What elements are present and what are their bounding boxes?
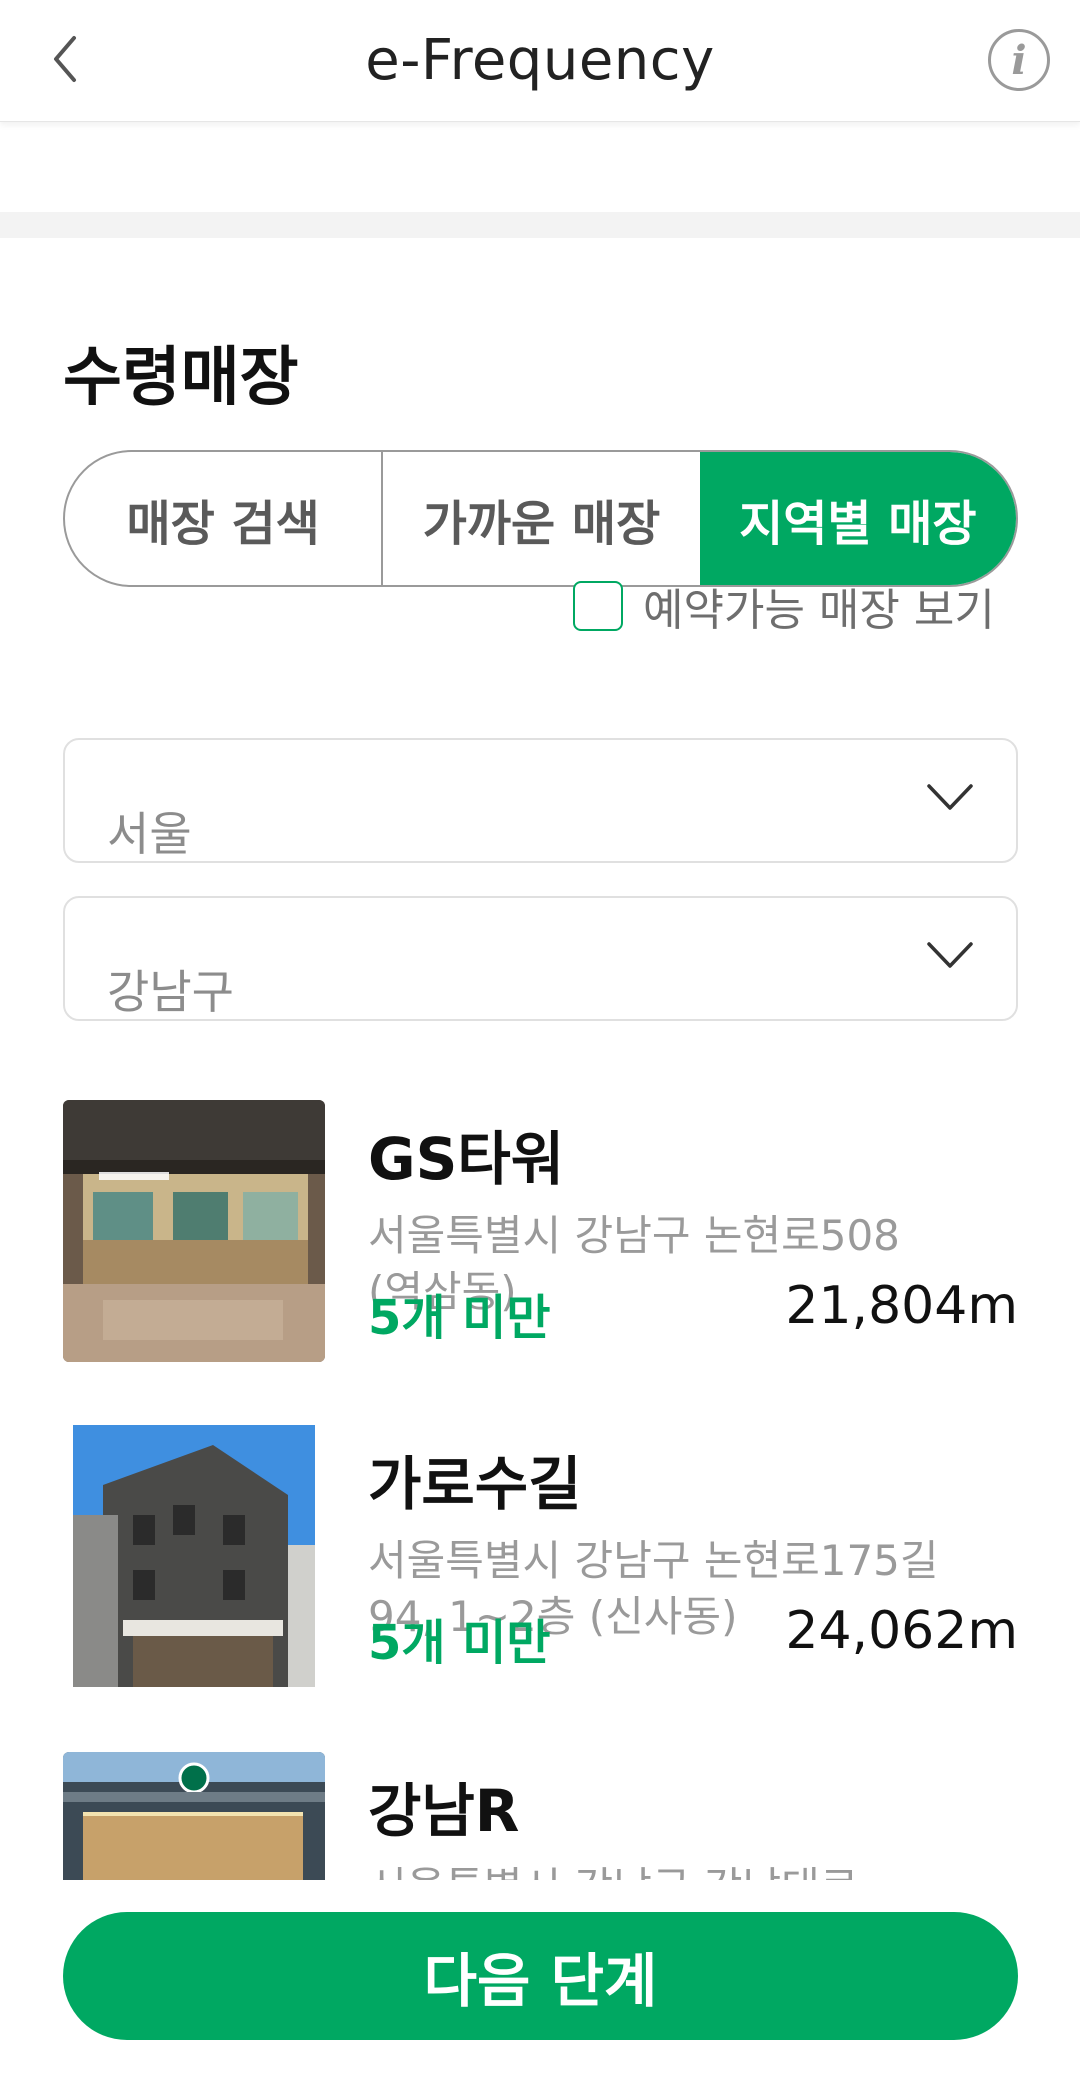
store-item[interactable]: GS타워 서울특별시 강남구 논현로508 (역삼동) 5개 미만 21,804… — [63, 1100, 1018, 1362]
next-step-button[interactable]: 다음 단계 — [63, 1912, 1018, 2040]
store-name: GS타워 — [368, 1125, 565, 1193]
city-select-value: 서울 — [107, 807, 192, 861]
store-item[interactable]: 가로수길 서울특별시 강남구 논현로175길94, 1~2층 (신사동) 5개 … — [63, 1425, 1018, 1687]
stock-status: 5개 미만 — [368, 1290, 551, 1346]
chevron-down-icon — [927, 784, 973, 810]
tab-regional-stores[interactable]: 지역별 매장 — [699, 452, 1016, 585]
chevron-down-icon — [927, 942, 973, 968]
store-search-tabs: 매장 검색 가까운 매장 지역별 매장 — [63, 450, 1018, 587]
stock-status: 5개 미만 — [368, 1615, 551, 1671]
tab-store-search[interactable]: 매장 검색 — [65, 452, 381, 585]
info-button[interactable]: i — [988, 29, 1050, 91]
store-photo — [63, 1425, 325, 1687]
store-distance: 24,062m — [785, 1601, 1018, 1661]
page-title: e-Frequency — [365, 28, 715, 93]
section-title: 수령매장 — [63, 341, 299, 415]
store-name: 가로수길 — [368, 1450, 582, 1518]
info-icon: i — [1011, 36, 1027, 84]
store-photo — [63, 1100, 325, 1362]
bottom-action-bar: 다음 단계 — [0, 1880, 1080, 2095]
district-select-value: 강남구 — [107, 965, 234, 1019]
store-name: 강남R — [368, 1777, 520, 1845]
reservable-label: 예약가능 매장 보기 — [643, 585, 995, 636]
store-distance: 21,804m — [785, 1276, 1018, 1336]
city-select[interactable]: 서울 — [63, 738, 1018, 863]
app-header: e-Frequency i — [0, 0, 1080, 122]
tab-nearby-stores[interactable]: 가까운 매장 — [381, 452, 699, 585]
section-divider — [0, 212, 1080, 238]
district-select[interactable]: 강남구 — [63, 896, 1018, 1021]
reservable-filter[interactable]: 예약가능 매장 보기 — [573, 576, 995, 636]
reservable-checkbox[interactable] — [573, 581, 623, 631]
